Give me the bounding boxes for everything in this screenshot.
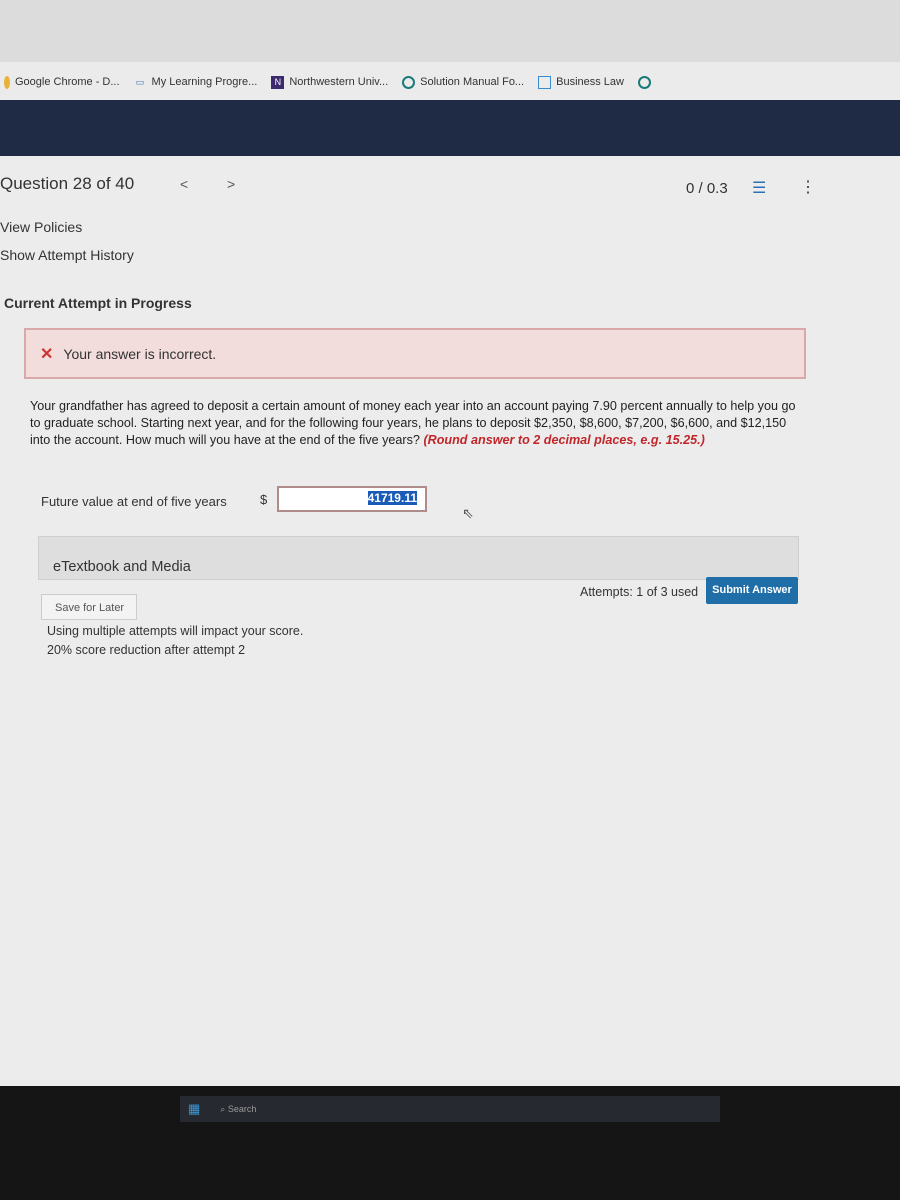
warning-line: Using multiple attempts will impact your…: [47, 624, 304, 638]
currency-symbol: $: [260, 492, 268, 507]
bookmark[interactable]: N Northwestern Univ...: [271, 75, 389, 89]
score: 0 / 0.3: [686, 180, 728, 197]
show-attempt-history-link[interactable]: Show Attempt History: [0, 247, 134, 263]
book-icon: [538, 75, 552, 89]
site-header: [0, 100, 900, 156]
save-for-later-button[interactable]: Save for Later: [41, 594, 137, 620]
x-icon: ✕: [40, 345, 54, 363]
attempt-heading: Current Attempt in Progress: [4, 295, 192, 311]
mouse-cursor-icon: ⇖: [462, 505, 474, 521]
windows-start-icon[interactable]: ▦: [188, 1101, 200, 1117]
bookmark[interactable]: Solution Manual Fo...: [402, 75, 525, 89]
bookmark-label: Business Law: [556, 76, 624, 88]
bookmark-label: Northwestern Univ...: [289, 76, 389, 88]
bookmark[interactable]: ▭ My Learning Progre...: [134, 76, 258, 89]
chrome-icon: [4, 75, 10, 89]
bookmarks-bar: Google Chrome - D... ▭ My Learning Progre…: [0, 62, 900, 102]
etextbook-media-toggle[interactable]: eTextbook and Media: [38, 536, 799, 580]
submit-answer-button[interactable]: Submit Answer: [706, 577, 798, 604]
attempts-count: Attempts: 1 of 3 used: [580, 585, 699, 599]
taskbar: ▦ ⌕ Search: [180, 1096, 720, 1122]
browser-tab-strip: [0, 0, 900, 62]
input-value: 41719.11: [367, 491, 417, 505]
bookmark[interactable]: Business Law: [538, 75, 624, 89]
list-icon[interactable]: ☰: [752, 178, 766, 198]
northwestern-icon: N: [271, 75, 285, 89]
view-policies-link[interactable]: View Policies: [0, 219, 82, 235]
answer-label: Future value at end of five years: [41, 494, 227, 509]
feedback-text: Your answer is incorrect.: [63, 345, 217, 362]
taskbar-search[interactable]: ⌕ Search: [220, 1104, 256, 1115]
future-value-input[interactable]: 41719.11: [277, 486, 427, 512]
rounding-instruction: (Round answer to 2 decimal places, e.g. …: [423, 433, 705, 447]
globe-icon: [637, 75, 651, 89]
globe-icon: [402, 75, 416, 89]
bookmark-label: My Learning Progre...: [151, 76, 258, 88]
bookmark[interactable]: Google Chrome - D...: [4, 75, 120, 89]
incorrect-feedback: ✕ Your answer is incorrect.: [24, 328, 806, 379]
prev-question-button[interactable]: <: [180, 176, 188, 192]
question-title: Question 28 of 40: [0, 174, 135, 193]
bookmark-label: Solution Manual Fo...: [420, 76, 525, 88]
bookmark-label: Google Chrome - D...: [15, 76, 120, 88]
sap-icon: ▭: [135, 76, 145, 87]
attempts-warning: Using multiple attempts will impact your…: [47, 622, 303, 660]
more-options-icon[interactable]: ⋮: [800, 177, 816, 197]
question-text: Your grandfather has agreed to deposit a…: [30, 398, 805, 449]
search-label: Search: [227, 1103, 257, 1114]
warning-line: 20% score reduction after attempt 2: [47, 643, 246, 657]
next-question-button[interactable]: >: [227, 176, 235, 192]
bookmark[interactable]: [637, 75, 651, 89]
